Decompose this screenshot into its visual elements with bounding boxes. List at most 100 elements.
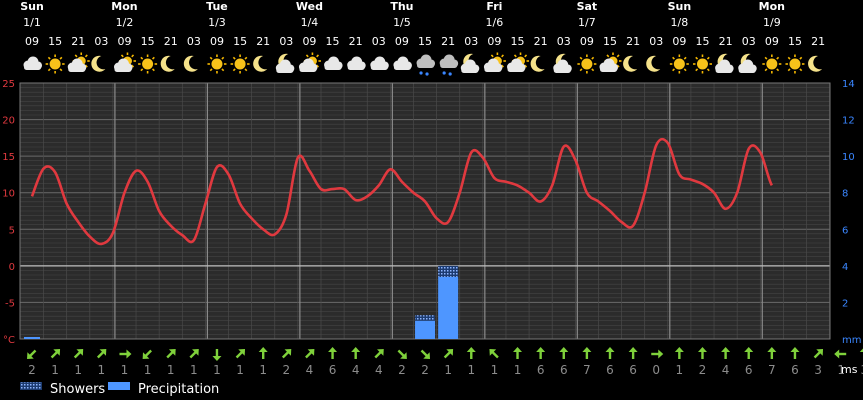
day-date: 1/6: [486, 16, 504, 29]
legend-showers-label: Showers: [50, 382, 105, 397]
day-date: 1/5: [393, 16, 411, 29]
day-date: 1/1: [23, 16, 41, 29]
hour-label: 21: [349, 35, 363, 48]
precipitation-bar: [24, 337, 40, 339]
sun-ray: [776, 56, 780, 60]
wind-arrow-icon: [674, 347, 684, 359]
temperature-tick-label: 20: [2, 116, 15, 127]
cloud-base: [370, 65, 388, 70]
sun-ray: [683, 56, 687, 60]
sun-icon: [230, 54, 250, 74]
temperature-tick-label: 0: [9, 262, 15, 273]
hour-label: 15: [695, 35, 709, 48]
wind-speed: 2: [282, 363, 290, 377]
day-name: Sat: [577, 0, 598, 13]
sun-disc: [142, 58, 154, 70]
wind-speed: 0: [652, 363, 660, 377]
wind-arrow-icon: [397, 349, 407, 359]
wind-arrow-shaft: [96, 351, 105, 359]
cloud-base: [347, 65, 365, 70]
wind-speed: 7: [768, 363, 776, 377]
sun-icon: [692, 54, 712, 74]
cloud-base: [114, 67, 132, 72]
wind-arrow-shaft: [443, 351, 452, 359]
sun-ray: [209, 68, 213, 72]
hour-header: 09 15 21 03 09 15 21 03 09 15 21 03 09 15 21 03 09 15 21 03…: [25, 35, 825, 48]
sun-ray: [47, 68, 51, 72]
hour-label: 15: [48, 35, 62, 48]
cloud-base: [299, 67, 317, 72]
wind-speed: 1: [121, 363, 129, 377]
wind-arrow-shaft: [813, 351, 822, 359]
precipitation-tick-label: mm: [842, 335, 861, 346]
sun-ray: [221, 68, 225, 72]
wind-speed: 1: [467, 363, 475, 377]
temperature-tick-label: 10: [2, 189, 15, 200]
hour-label: 09: [210, 35, 224, 48]
wind-speed: 2: [699, 363, 707, 377]
wind-arrow-icon: [651, 349, 664, 359]
sun-ray: [695, 56, 699, 60]
moon-icon: [253, 55, 268, 72]
cloud-base: [553, 68, 571, 73]
wind-arrow-icon: [790, 347, 800, 359]
showers-bar: [415, 315, 436, 321]
day-date: 1/3: [208, 16, 226, 29]
precipitation-axis: 14 12 10 8 6 4 2 mm: [842, 79, 861, 346]
wind-arrow-head: [559, 347, 569, 352]
sun-ray: [84, 54, 88, 58]
cloud-base: [738, 68, 756, 73]
wind-arrow-icon: [559, 347, 569, 359]
moon-icon: [646, 55, 661, 72]
wind-arrow-head: [258, 347, 268, 352]
legend: Showers Precipitation: [20, 382, 219, 397]
wind-arrow-icon: [582, 347, 592, 359]
sun-ray: [513, 54, 517, 58]
cloud-base: [600, 67, 617, 72]
sun-ray: [305, 54, 309, 58]
moon-shape: [160, 55, 175, 72]
wind-speed: 4: [722, 363, 730, 377]
legend-precipitation-label: Precipitation: [138, 382, 219, 397]
wind-speed: 1: [676, 363, 684, 377]
wind-speed: 4: [352, 363, 360, 377]
moon-icon: [530, 55, 545, 72]
day-name: Tue: [206, 0, 228, 13]
wind-arrow-icon: [27, 349, 37, 359]
hour-label: 03: [279, 35, 293, 48]
wind-arrow-icon: [744, 347, 754, 359]
sun-ray: [232, 68, 236, 72]
wind-arrow-head: [628, 347, 638, 352]
sun-disc: [211, 58, 223, 70]
wind-arrow-head: [126, 349, 132, 359]
hour-label: 09: [672, 35, 686, 48]
moon-cloud-icon: [738, 53, 757, 73]
precipitation-tick-label: 10: [842, 152, 855, 163]
wind-arrow-head: [605, 347, 615, 352]
wind-arrow-icon: [73, 349, 84, 359]
wind-row: 2111111111124644221111667660124676313: [27, 347, 863, 377]
wind-arrow-head: [744, 347, 754, 352]
wind-arrow-icon: [281, 349, 292, 359]
temperature-tick-label: -5: [5, 298, 15, 309]
wind-arrow-icon: [351, 347, 361, 359]
wind-speed: 1: [74, 363, 82, 377]
hour-label: 09: [765, 35, 779, 48]
precipitation-tick-label: 12: [842, 116, 855, 127]
temperature-tick-label: 15: [2, 152, 15, 163]
wind-speed: 2: [28, 363, 36, 377]
hour-label: 09: [487, 35, 501, 48]
wind-speed: 1: [51, 363, 59, 377]
wind-arrow-icon: [235, 349, 246, 359]
sun-ray: [490, 54, 494, 58]
wind-arrow-icon: [697, 347, 707, 359]
sun-ray: [244, 68, 248, 72]
cloud-base: [417, 63, 435, 68]
precipitation-bar: [415, 320, 436, 339]
moon-icon: [808, 55, 823, 72]
wind-arrow-shaft: [235, 351, 244, 359]
wind-arrow-shaft: [374, 351, 382, 359]
wind-arrow-head: [697, 347, 707, 352]
hour-label: 03: [557, 35, 571, 48]
raindrop: [442, 71, 446, 75]
